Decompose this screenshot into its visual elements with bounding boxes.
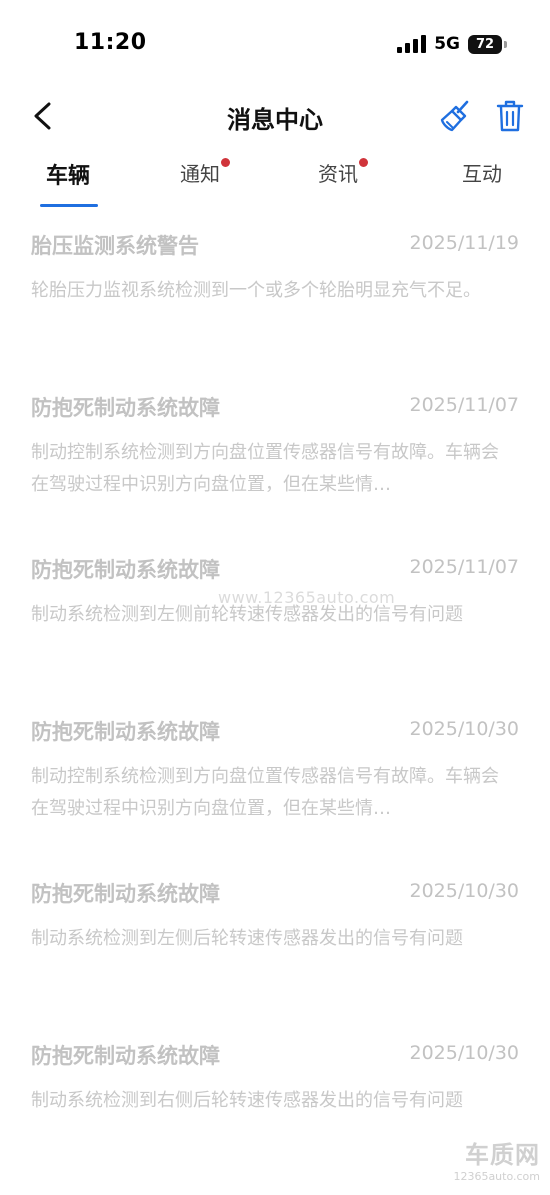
message-date: 2025/11/07 bbox=[409, 556, 519, 578]
message-date: 2025/10/30 bbox=[409, 1042, 519, 1064]
message-item[interactable]: 胎压监测系统警告 2025/11/19 轮胎压力监视系统检测到一个或多个轮胎明显… bbox=[0, 212, 550, 374]
tab-active-indicator bbox=[40, 204, 98, 207]
tab-vehicle[interactable]: 车辆 bbox=[46, 158, 90, 206]
broom-icon bbox=[440, 100, 469, 132]
message-item[interactable]: 防抱死制动系统故障 2025/10/30 制动控制系统检测到方向盘位置传感器信号… bbox=[0, 698, 550, 860]
status-bar: 11:20 5G 72 bbox=[0, 0, 550, 90]
message-date: 2025/11/19 bbox=[409, 232, 519, 254]
message-item[interactable]: 防抱死制动系统故障 2025/11/07 制动系统检测到左侧前轮转速传感器发出的… bbox=[0, 536, 550, 698]
message-list: 胎压监测系统警告 2025/11/19 轮胎压力监视系统检测到一个或多个轮胎明显… bbox=[0, 212, 550, 1184]
tab-label: 车辆 bbox=[46, 164, 91, 189]
message-title: 防抱死制动系统故障 bbox=[31, 396, 220, 420]
header: 消息中心 bbox=[0, 90, 550, 142]
message-date: 2025/10/30 bbox=[409, 880, 519, 902]
message-title: 防抱死制动系统故障 bbox=[31, 720, 220, 744]
message-title: 防抱死制动系统故障 bbox=[31, 1044, 220, 1068]
message-body: 轮胎压力监视系统检测到一个或多个轮胎明显充气不足。 bbox=[31, 280, 481, 301]
status-indicators: 5G 72 bbox=[397, 34, 507, 54]
unread-badge bbox=[221, 158, 230, 167]
message-title: 防抱死制动系统故障 bbox=[31, 558, 220, 582]
tab-interaction[interactable]: 互动 bbox=[462, 158, 502, 206]
battery-level: 72 bbox=[475, 36, 495, 52]
watermark-text: www.12365auto.com bbox=[218, 588, 396, 607]
network-type: 5G bbox=[434, 34, 460, 54]
message-body: 制动系统检测到左侧前轮转速传感器发出的信号有问题 bbox=[31, 604, 463, 625]
watermark-brand: 车质网 bbox=[465, 1141, 540, 1169]
tab-notice[interactable]: 通知 bbox=[180, 158, 230, 206]
tab-bar: 车辆 通知 资讯 互动 bbox=[0, 150, 550, 210]
watermark-logo: 车质网 12365auto.com bbox=[453, 1135, 540, 1183]
message-body: 制动系统检测到右侧后轮转速传感器发出的信号有问题 bbox=[31, 1090, 463, 1111]
delete-button[interactable] bbox=[490, 96, 530, 136]
message-title: 胎压监测系统警告 bbox=[31, 234, 199, 258]
message-date: 2025/10/30 bbox=[409, 718, 519, 740]
clean-button[interactable] bbox=[436, 96, 476, 136]
tab-label: 资讯 bbox=[318, 162, 358, 186]
signal-icon bbox=[397, 35, 427, 53]
unread-badge bbox=[359, 158, 368, 167]
message-body: 制动控制系统检测到方向盘位置传感器信号有故障。车辆会在驾驶过程中识别方向盘位置，… bbox=[31, 442, 499, 495]
message-body: 制动系统检测到左侧后轮转速传感器发出的信号有问题 bbox=[31, 928, 463, 949]
tab-news[interactable]: 资讯 bbox=[318, 158, 368, 206]
back-button[interactable] bbox=[22, 94, 62, 138]
trash-icon bbox=[496, 100, 524, 132]
tab-label: 通知 bbox=[180, 162, 220, 186]
message-title: 防抱死制动系统故障 bbox=[31, 882, 220, 906]
tab-label: 互动 bbox=[462, 162, 502, 186]
watermark-url: 12365auto.com bbox=[453, 1170, 540, 1183]
message-item[interactable]: 防抱死制动系统故障 2025/11/07 制动控制系统检测到方向盘位置传感器信号… bbox=[0, 374, 550, 536]
message-body: 制动控制系统检测到方向盘位置传感器信号有故障。车辆会在驾驶过程中识别方向盘位置，… bbox=[31, 766, 499, 819]
message-date: 2025/11/07 bbox=[409, 394, 519, 416]
chevron-left-icon bbox=[34, 102, 51, 130]
message-item[interactable]: 防抱死制动系统故障 2025/10/30 制动系统检测到左侧后轮转速传感器发出的… bbox=[0, 860, 550, 1022]
status-time: 11:20 bbox=[74, 30, 147, 55]
battery-icon: 72 bbox=[468, 34, 507, 54]
